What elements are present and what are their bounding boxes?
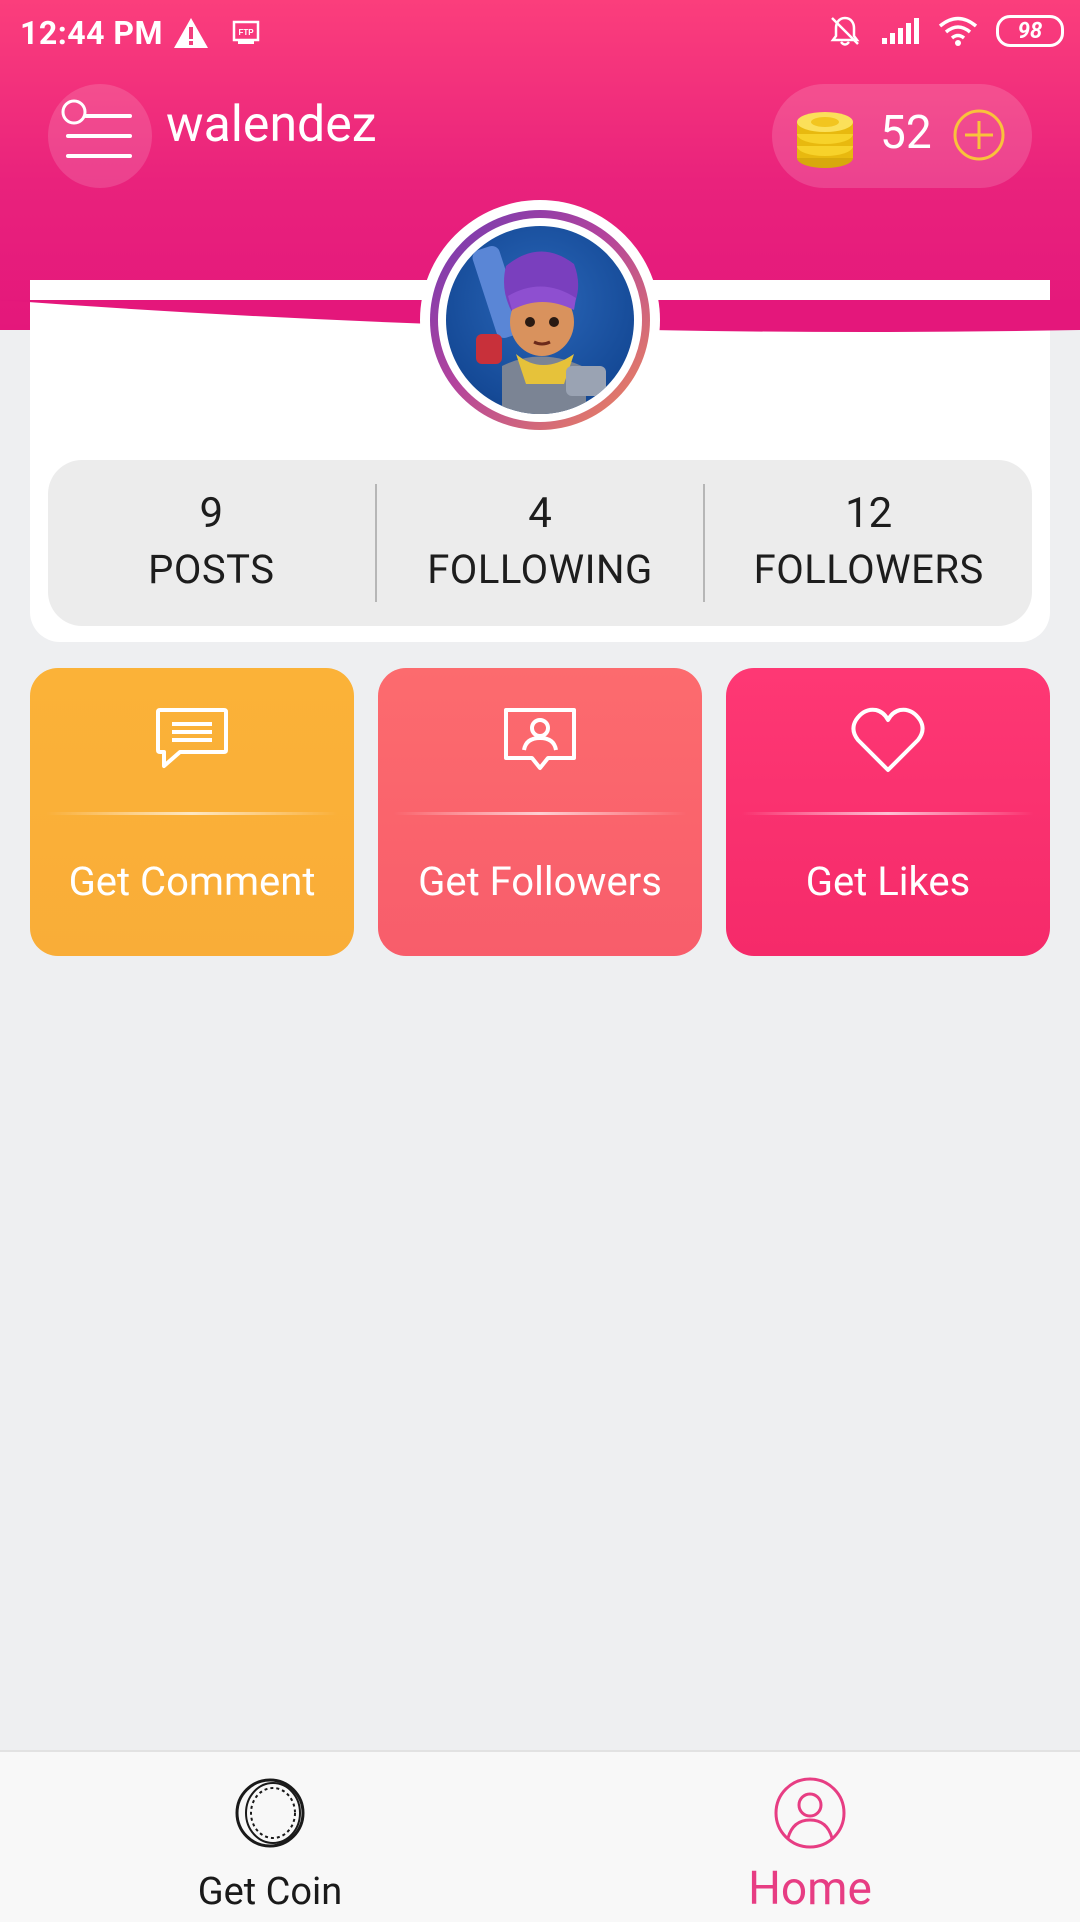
get-followers-label: Get Followers [418,858,662,905]
stat-label: FOLLOWING [427,546,653,593]
add-coins-icon[interactable] [952,108,1006,162]
nav-get-coin-label: Get Coin [197,1870,343,1914]
svg-text:FTP: FTP [238,28,254,37]
stat-value: 9 [199,489,224,538]
stat-value: 12 [845,489,893,538]
avatar-image [446,226,634,414]
wifi-icon [938,16,978,46]
warning-icon [174,18,208,48]
stat-following[interactable]: 4 FOLLOWING [377,460,704,626]
coin-count: 52 [880,106,932,160]
profile-stats: 9 POSTS 4 FOLLOWING 12 FOLLOWERS [48,460,1032,626]
profile-avatar[interactable] [420,200,660,440]
ftp-icon: FTP [232,20,260,44]
stat-value: 4 [528,489,552,538]
stat-followers[interactable]: 12 FOLLOWERS [705,460,1032,626]
stat-label: FOLLOWERS [753,546,984,593]
profile-frame-icon [504,708,576,770]
battery-indicator: 98 [996,15,1064,47]
tile-separator [742,812,1034,815]
coin-icon [235,1778,305,1848]
battery-level: 98 [1017,18,1043,44]
nav-get-coin[interactable]: Get Coin [0,1752,540,1922]
tile-separator [394,812,686,815]
status-time: 12:44 PM [20,14,164,52]
nav-home-label: Home [748,1862,872,1916]
nav-home[interactable]: Home [540,1752,1080,1922]
user-icon [774,1777,846,1849]
coin-stack-icon [797,112,853,168]
comment-icon [156,708,228,768]
bottom-navigation: Get Coin Home [0,1750,1080,1922]
status-bar: 12:44 PM FTP 98 [0,0,1080,72]
get-likes-label: Get Likes [805,858,971,905]
heart-icon [851,707,925,772]
get-comment-label: Get Comment [68,858,316,905]
get-likes-button[interactable]: Get Likes [726,668,1050,956]
username: walendez [166,96,377,154]
menu-button[interactable] [48,84,152,188]
coin-balance[interactable]: 52 [772,84,1032,188]
stat-posts[interactable]: 9 POSTS [48,460,375,626]
avatar-character-icon [472,246,606,414]
stat-label: POSTS [148,546,275,593]
menu-icon [61,99,132,158]
notifications-off-icon [830,16,860,46]
tile-separator [46,812,338,815]
signal-icon [882,18,919,44]
get-followers-button[interactable]: Get Followers [378,668,702,956]
get-comment-button[interactable]: Get Comment [30,668,354,956]
